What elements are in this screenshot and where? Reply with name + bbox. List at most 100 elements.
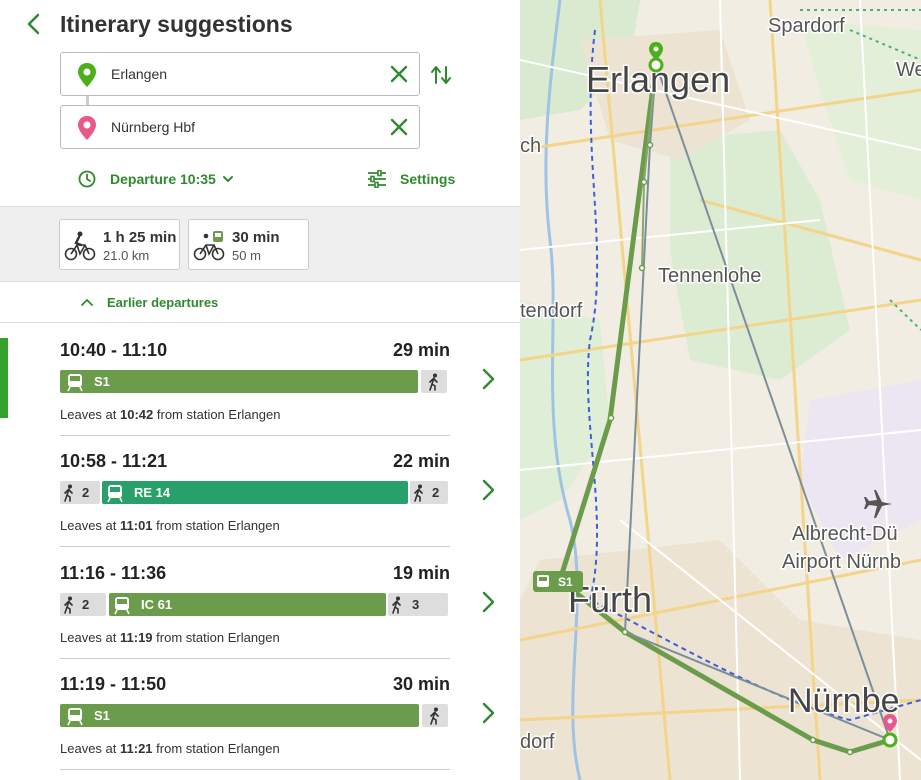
trip-option[interactable]: 11:19 - 11:50 30 min S1 Leaves at 11:21 … — [0, 674, 520, 780]
chevron-right-icon[interactable] — [478, 367, 498, 391]
leaves-prefix: Leaves at — [60, 741, 117, 756]
mode-options: 1 h 25 min 21.0 km 30 min 50 m — [0, 206, 520, 282]
line-label: S1 — [94, 708, 110, 723]
route-badge[interactable]: S1 — [533, 571, 583, 592]
mode-bike-distance: 21.0 km — [103, 248, 150, 263]
leaves-time: 11:01 — [120, 518, 153, 533]
leaves-suffix: from station Erlangen — [156, 407, 281, 422]
departure-selector[interactable]: Departure 10:35 — [78, 168, 234, 190]
walk-segment: 2 — [410, 481, 448, 504]
leaves-prefix: Leaves at — [60, 518, 117, 533]
clock-icon — [78, 170, 96, 188]
map-label-airport: Airport Nürnb — [782, 551, 901, 573]
divider — [0, 322, 520, 323]
line-label: S1 — [94, 374, 110, 389]
chevron-right-icon[interactable] — [478, 590, 498, 614]
train-segment: RE 14 — [102, 481, 408, 504]
trip-duration: 29 min — [392, 340, 450, 360]
leaves-prefix: Leaves at — [60, 407, 117, 422]
earlier-departures-button[interactable]: Earlier departures — [80, 293, 218, 311]
trip-time: 10:40 - 11:10 — [60, 340, 168, 360]
map-label-nurnberg: Nürnbe — [788, 682, 900, 720]
map-canvas[interactable]: Erlangen Spardorf We ch Tennenlohe tendo… — [520, 0, 921, 780]
walk-icon — [430, 707, 439, 725]
chevron-right-icon[interactable] — [478, 478, 498, 502]
trip-option[interactable]: 10:40 - 11:10 29 min S1 Leaves at 10:42 … — [0, 340, 520, 450]
train-icon — [67, 373, 83, 391]
walk-icon — [64, 484, 73, 502]
walk-segment — [421, 370, 447, 393]
origin-value: Erlangen — [111, 66, 168, 82]
walk-segment: 2 — [60, 593, 106, 616]
chevron-down-icon — [222, 176, 233, 183]
train-segment: S1 — [60, 370, 418, 393]
map-label-tennenlohe: Tennenlohe — [658, 265, 761, 287]
origin-pin-icon — [78, 63, 96, 87]
itinerary-panel: Itinerary suggestions Erlangen Nürnberg … — [0, 0, 520, 780]
trip-divider — [60, 546, 450, 547]
trip-divider — [60, 435, 450, 436]
trip-duration: 22 min — [392, 451, 450, 471]
walk-segment: 2 — [60, 481, 100, 504]
trip-leaves-info: Leaves at 11:21 from station Erlangen — [60, 741, 280, 756]
mode-bike[interactable]: 1 h 25 min 21.0 km — [59, 219, 180, 270]
map-label-tendorf: tendorf — [520, 300, 583, 322]
walk-minutes: 3 — [412, 597, 420, 612]
map-label-we: We — [896, 59, 921, 81]
train-icon — [67, 707, 83, 725]
train-segment: S1 — [60, 704, 419, 727]
mode-bike-transit[interactable]: 30 min 50 m — [188, 219, 309, 270]
map-label-ch: ch — [520, 135, 541, 157]
walk-icon — [392, 596, 401, 614]
train-icon — [114, 596, 130, 614]
route-map[interactable]: Erlangen Spardorf We ch Tennenlohe tendo… — [520, 0, 921, 780]
settings-button[interactable]: Settings — [366, 168, 455, 190]
origin-field[interactable]: Erlangen — [60, 52, 420, 96]
map-label-spardorf: Spardorf — [768, 15, 845, 37]
bicycle-icon — [64, 231, 96, 261]
sliders-icon — [368, 170, 386, 188]
leaves-prefix: Leaves at — [60, 630, 117, 645]
map-label-dorf: dorf — [520, 731, 555, 753]
clear-origin-icon[interactable] — [389, 64, 409, 84]
chevron-right-icon[interactable] — [478, 701, 498, 725]
line-label: RE 14 — [134, 485, 171, 500]
trip-leaves-info: Leaves at 11:01 from station Erlangen — [60, 518, 280, 533]
chevron-up-icon — [81, 298, 93, 306]
leaves-time: 11:21 — [120, 741, 153, 756]
trip-option[interactable]: 10:58 - 11:21 22 min 2 RE 14 2 Leaves at… — [0, 451, 520, 561]
trip-time: 11:16 - 11:36 — [60, 563, 167, 583]
walk-icon — [414, 484, 423, 502]
trip-duration: 30 min — [392, 674, 450, 694]
walk-minutes: 2 — [82, 597, 90, 612]
trip-time: 10:58 - 11:21 — [60, 451, 168, 471]
trip-option[interactable]: 11:16 - 11:36 19 min 2 IC 61 3 Leaves at… — [0, 563, 520, 673]
train-segment: IC 61 — [109, 593, 386, 616]
swap-icon[interactable] — [430, 64, 452, 86]
walk-icon — [429, 373, 438, 391]
line-label: IC 61 — [141, 597, 173, 612]
departure-label: Departure 10:35 — [110, 171, 216, 187]
map-label-albrecht: Albrecht-Dü — [792, 523, 898, 545]
mode-bike-transit-time: 30 min — [232, 229, 280, 246]
trip-divider — [60, 769, 450, 770]
walk-segment: 3 — [388, 593, 448, 616]
destination-field[interactable]: Nürnberg Hbf — [60, 105, 420, 149]
leaves-suffix: from station Erlangen — [156, 741, 280, 756]
clear-destination-icon[interactable] — [389, 117, 409, 137]
trip-duration: 19 min — [392, 563, 450, 583]
walk-segment — [422, 704, 448, 727]
destination-pin-icon — [78, 116, 96, 140]
leaves-time: 10:42 — [120, 407, 154, 422]
leaves-suffix: from station Erlangen — [156, 518, 280, 533]
settings-label: Settings — [400, 171, 456, 187]
back-arrow-icon[interactable] — [22, 12, 46, 36]
mode-bike-transit-distance: 50 m — [232, 248, 261, 263]
bike-transit-icon — [193, 231, 225, 261]
leaves-time: 11:19 — [120, 630, 153, 645]
page-title: Itinerary suggestions — [60, 11, 293, 37]
walk-minutes: 2 — [432, 485, 440, 500]
walk-icon — [64, 596, 73, 614]
earlier-departures-label: Earlier departures — [107, 294, 219, 310]
trip-leaves-info: Leaves at 10:42 from station Erlangen — [60, 407, 280, 422]
